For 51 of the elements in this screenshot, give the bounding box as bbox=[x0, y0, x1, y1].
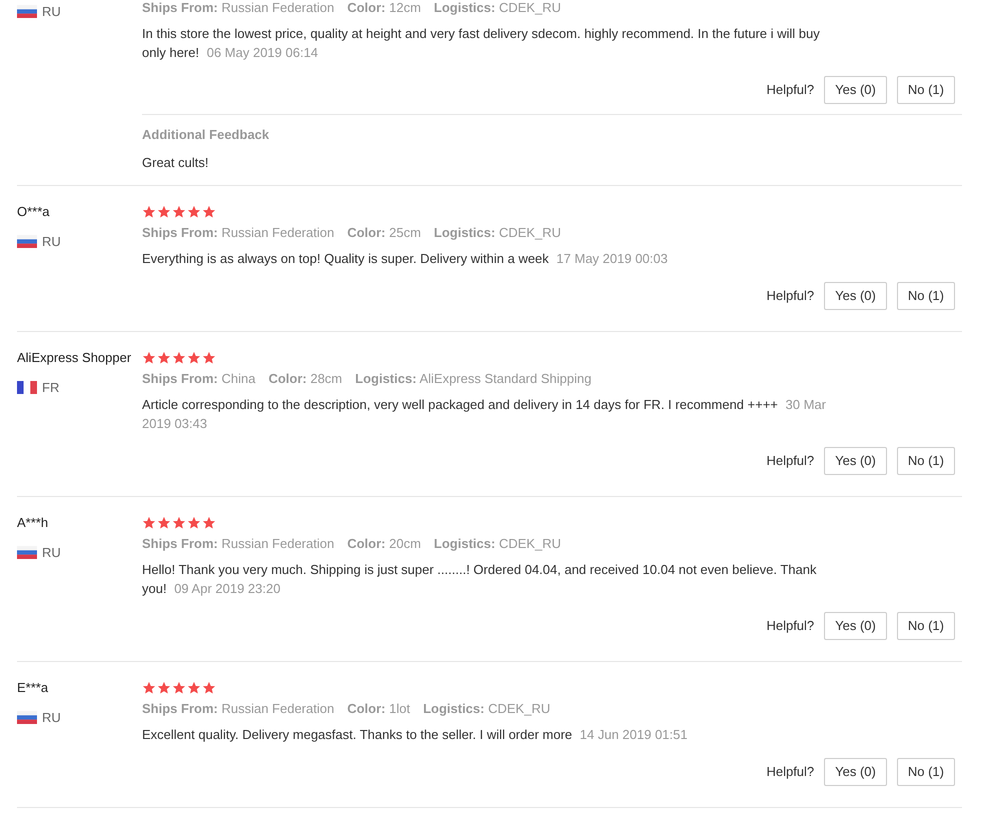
reviewer-name: E***a bbox=[17, 679, 50, 697]
country-code: RU bbox=[42, 709, 61, 727]
meta-info: Color: 12cm bbox=[347, 0, 421, 15]
meta-info: Color: 1lot bbox=[347, 701, 410, 716]
no-button[interactable]: No (1) bbox=[896, 76, 955, 104]
meta-info: Logistics: CDEK_RU bbox=[423, 701, 550, 716]
meta-info: Ships From: Russian Federation bbox=[142, 536, 334, 551]
reviewer-name: AliExpress Shopper bbox=[17, 349, 132, 367]
helpful-label: Helpful? bbox=[766, 452, 814, 470]
no-button[interactable]: No (1) bbox=[896, 447, 955, 475]
yes-button[interactable]: Yes (0) bbox=[824, 758, 887, 786]
flag-icon bbox=[17, 711, 37, 724]
review-text: Everything is as always on top! Quality is super. Delivery within a week 17 May 2019 00:03 bbox=[142, 250, 669, 268]
reviewer-name: A***h bbox=[17, 514, 50, 532]
country-code: RU bbox=[42, 233, 61, 251]
additional-feedback-title: Additional Feedback bbox=[142, 126, 270, 144]
country-code: RU bbox=[42, 544, 61, 562]
yes-button[interactable]: Yes (0) bbox=[824, 76, 887, 104]
review-text: In this store the lowest price, quality at height and very fast delivery sdecom. highly recommend. In the future i will buy only here! 06 May 2019 06:14 bbox=[142, 25, 821, 62]
review-text: Article corresponding to the description, very well packaged and delivery in 14 days for FR. I recommend ++++ 30 Mar 2019 03:43 bbox=[142, 396, 827, 433]
meta-info: Color: 25cm bbox=[347, 225, 421, 240]
meta-info: Ships From: China bbox=[142, 371, 256, 386]
review-text: Excellent quality. Delivery megasfast. Thanks to the seller. I will order more 14 Jun 2019 01:51 bbox=[142, 726, 688, 744]
meta-info: Ships From: Russian Federation bbox=[142, 701, 334, 716]
no-button[interactable]: No (1) bbox=[896, 612, 955, 640]
yes-button[interactable]: Yes (0) bbox=[824, 282, 887, 310]
helpful-label: Helpful? bbox=[766, 763, 814, 782]
flag-icon bbox=[17, 5, 37, 18]
country-code: FR bbox=[42, 379, 60, 397]
meta-info: Logistics: CDEK_RU bbox=[434, 536, 562, 551]
flag-icon bbox=[17, 546, 37, 560]
meta-info: Logistics: AliExpress Standard Shipping bbox=[355, 371, 592, 386]
helpful-label: Helpful? bbox=[766, 287, 814, 306]
yes-button[interactable]: Yes (0) bbox=[824, 612, 887, 640]
helpful-label: Helpful? bbox=[766, 617, 814, 636]
flag-icon bbox=[17, 381, 37, 394]
meta-info: Ships From: Russian Federation bbox=[142, 225, 334, 240]
no-button[interactable]: No (1) bbox=[896, 282, 955, 310]
meta-info: Logistics: CDEK_RU bbox=[434, 0, 562, 15]
meta-info: Color: 28cm bbox=[268, 371, 342, 386]
country-code: RU bbox=[42, 3, 61, 21]
review-text: Hello! Thank you very much. Shipping is just super ........! Ordered 04.04, and received 10.04 not even believe. Thank you! 09 Apr 2019 23:20 bbox=[142, 561, 818, 598]
helpful-label: Helpful? bbox=[766, 81, 814, 100]
additional-feedback-text: Great cults! bbox=[142, 154, 210, 172]
reviewer-name: O***a bbox=[17, 203, 51, 221]
meta-info: Ships From: Russian Federation bbox=[142, 0, 334, 15]
no-button[interactable]: No (1) bbox=[896, 758, 955, 786]
yes-button[interactable]: Yes (0) bbox=[824, 447, 887, 475]
meta-info: Logistics: CDEK_RU bbox=[434, 225, 562, 240]
meta-info: Color: 20cm bbox=[347, 536, 421, 551]
flag-icon bbox=[17, 235, 37, 248]
